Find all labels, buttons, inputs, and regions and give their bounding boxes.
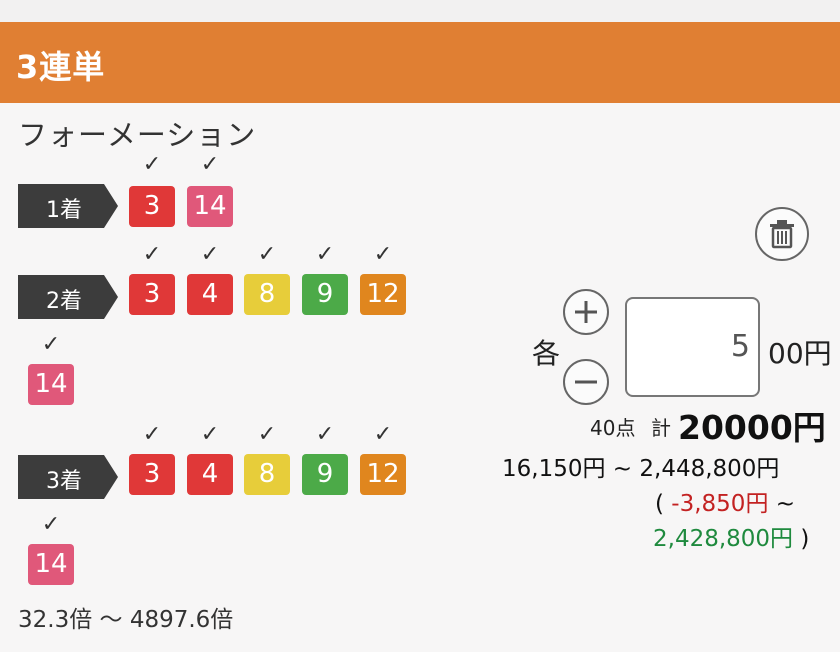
row-label-2nd: 2着: [18, 275, 118, 319]
check-icon: ✓: [200, 152, 220, 177]
horse-chip-12[interactable]: 12: [360, 274, 406, 315]
horse-chip-8[interactable]: 8: [244, 454, 290, 495]
check-icon: ✓: [41, 512, 61, 537]
horse-chip-3[interactable]: 3: [129, 274, 175, 315]
bet-type-header: 3連単: [0, 22, 840, 103]
payout-range: 16,150円 ~ 2,448,800円: [502, 456, 780, 482]
check-icon: ✓: [200, 422, 220, 447]
check-icon: ✓: [41, 332, 61, 357]
amount-input[interactable]: 5: [625, 297, 760, 397]
profit-open-paren: (: [655, 491, 664, 517]
profit-range-line2: 2,428,800円 ): [653, 519, 809, 553]
profit-range-line1: ( -3,850円 ~: [655, 484, 795, 518]
profit-min: -3,850円: [671, 491, 769, 517]
delete-button[interactable]: [755, 207, 809, 261]
points-count: 40点: [590, 416, 636, 440]
total-label: 計: [651, 416, 671, 440]
check-icon: ✓: [315, 242, 335, 267]
row-label-text: 3着: [46, 469, 82, 494]
check-icon: ✓: [142, 242, 162, 267]
odds-range: 32.3倍 〜 4897.6倍: [18, 607, 234, 633]
row-label-text: 1着: [46, 198, 82, 223]
increase-button[interactable]: [563, 289, 609, 335]
check-icon: ✓: [200, 242, 220, 267]
horse-chip-4[interactable]: 4: [187, 454, 233, 495]
status-bar: [0, 0, 840, 22]
profit-max: 2,428,800円: [653, 526, 794, 552]
row-label-3rd: 3着: [18, 455, 118, 499]
row-label-text: 2着: [46, 289, 82, 314]
horse-chip-3[interactable]: 3: [129, 186, 175, 227]
check-icon: ✓: [373, 242, 393, 267]
horse-chip-14[interactable]: 14: [187, 186, 233, 227]
amount-value: 5: [730, 329, 750, 364]
check-icon: ✓: [257, 422, 277, 447]
check-icon: ✓: [373, 422, 393, 447]
horse-chip-14[interactable]: 14: [28, 544, 74, 585]
horse-chip-12[interactable]: 12: [360, 454, 406, 495]
profit-separator: ~: [775, 491, 796, 517]
check-icon: ✓: [257, 242, 277, 267]
trash-icon: [770, 220, 794, 249]
check-icon: ✓: [142, 422, 162, 447]
horse-chip-8[interactable]: 8: [244, 274, 290, 315]
total-amount: 20000円: [678, 408, 826, 447]
check-icon: ✓: [142, 152, 162, 177]
horse-chip-3[interactable]: 3: [129, 454, 175, 495]
plus-icon: [575, 301, 597, 323]
mode-title: フォーメーション: [18, 118, 257, 152]
horse-chip-9[interactable]: 9: [302, 274, 348, 315]
horse-chip-4[interactable]: 4: [187, 274, 233, 315]
each-label: 各: [532, 337, 561, 370]
decrease-button[interactable]: [563, 359, 609, 405]
amount-unit: 00円: [768, 337, 832, 370]
horse-chip-14[interactable]: 14: [28, 364, 74, 405]
check-icon: ✓: [315, 422, 335, 447]
horse-chip-9[interactable]: 9: [302, 454, 348, 495]
row-label-1st: 1着: [18, 184, 118, 228]
minus-icon: [575, 380, 597, 384]
bet-type-title: 3連単: [16, 48, 106, 86]
profit-close-paren: ): [800, 526, 810, 552]
